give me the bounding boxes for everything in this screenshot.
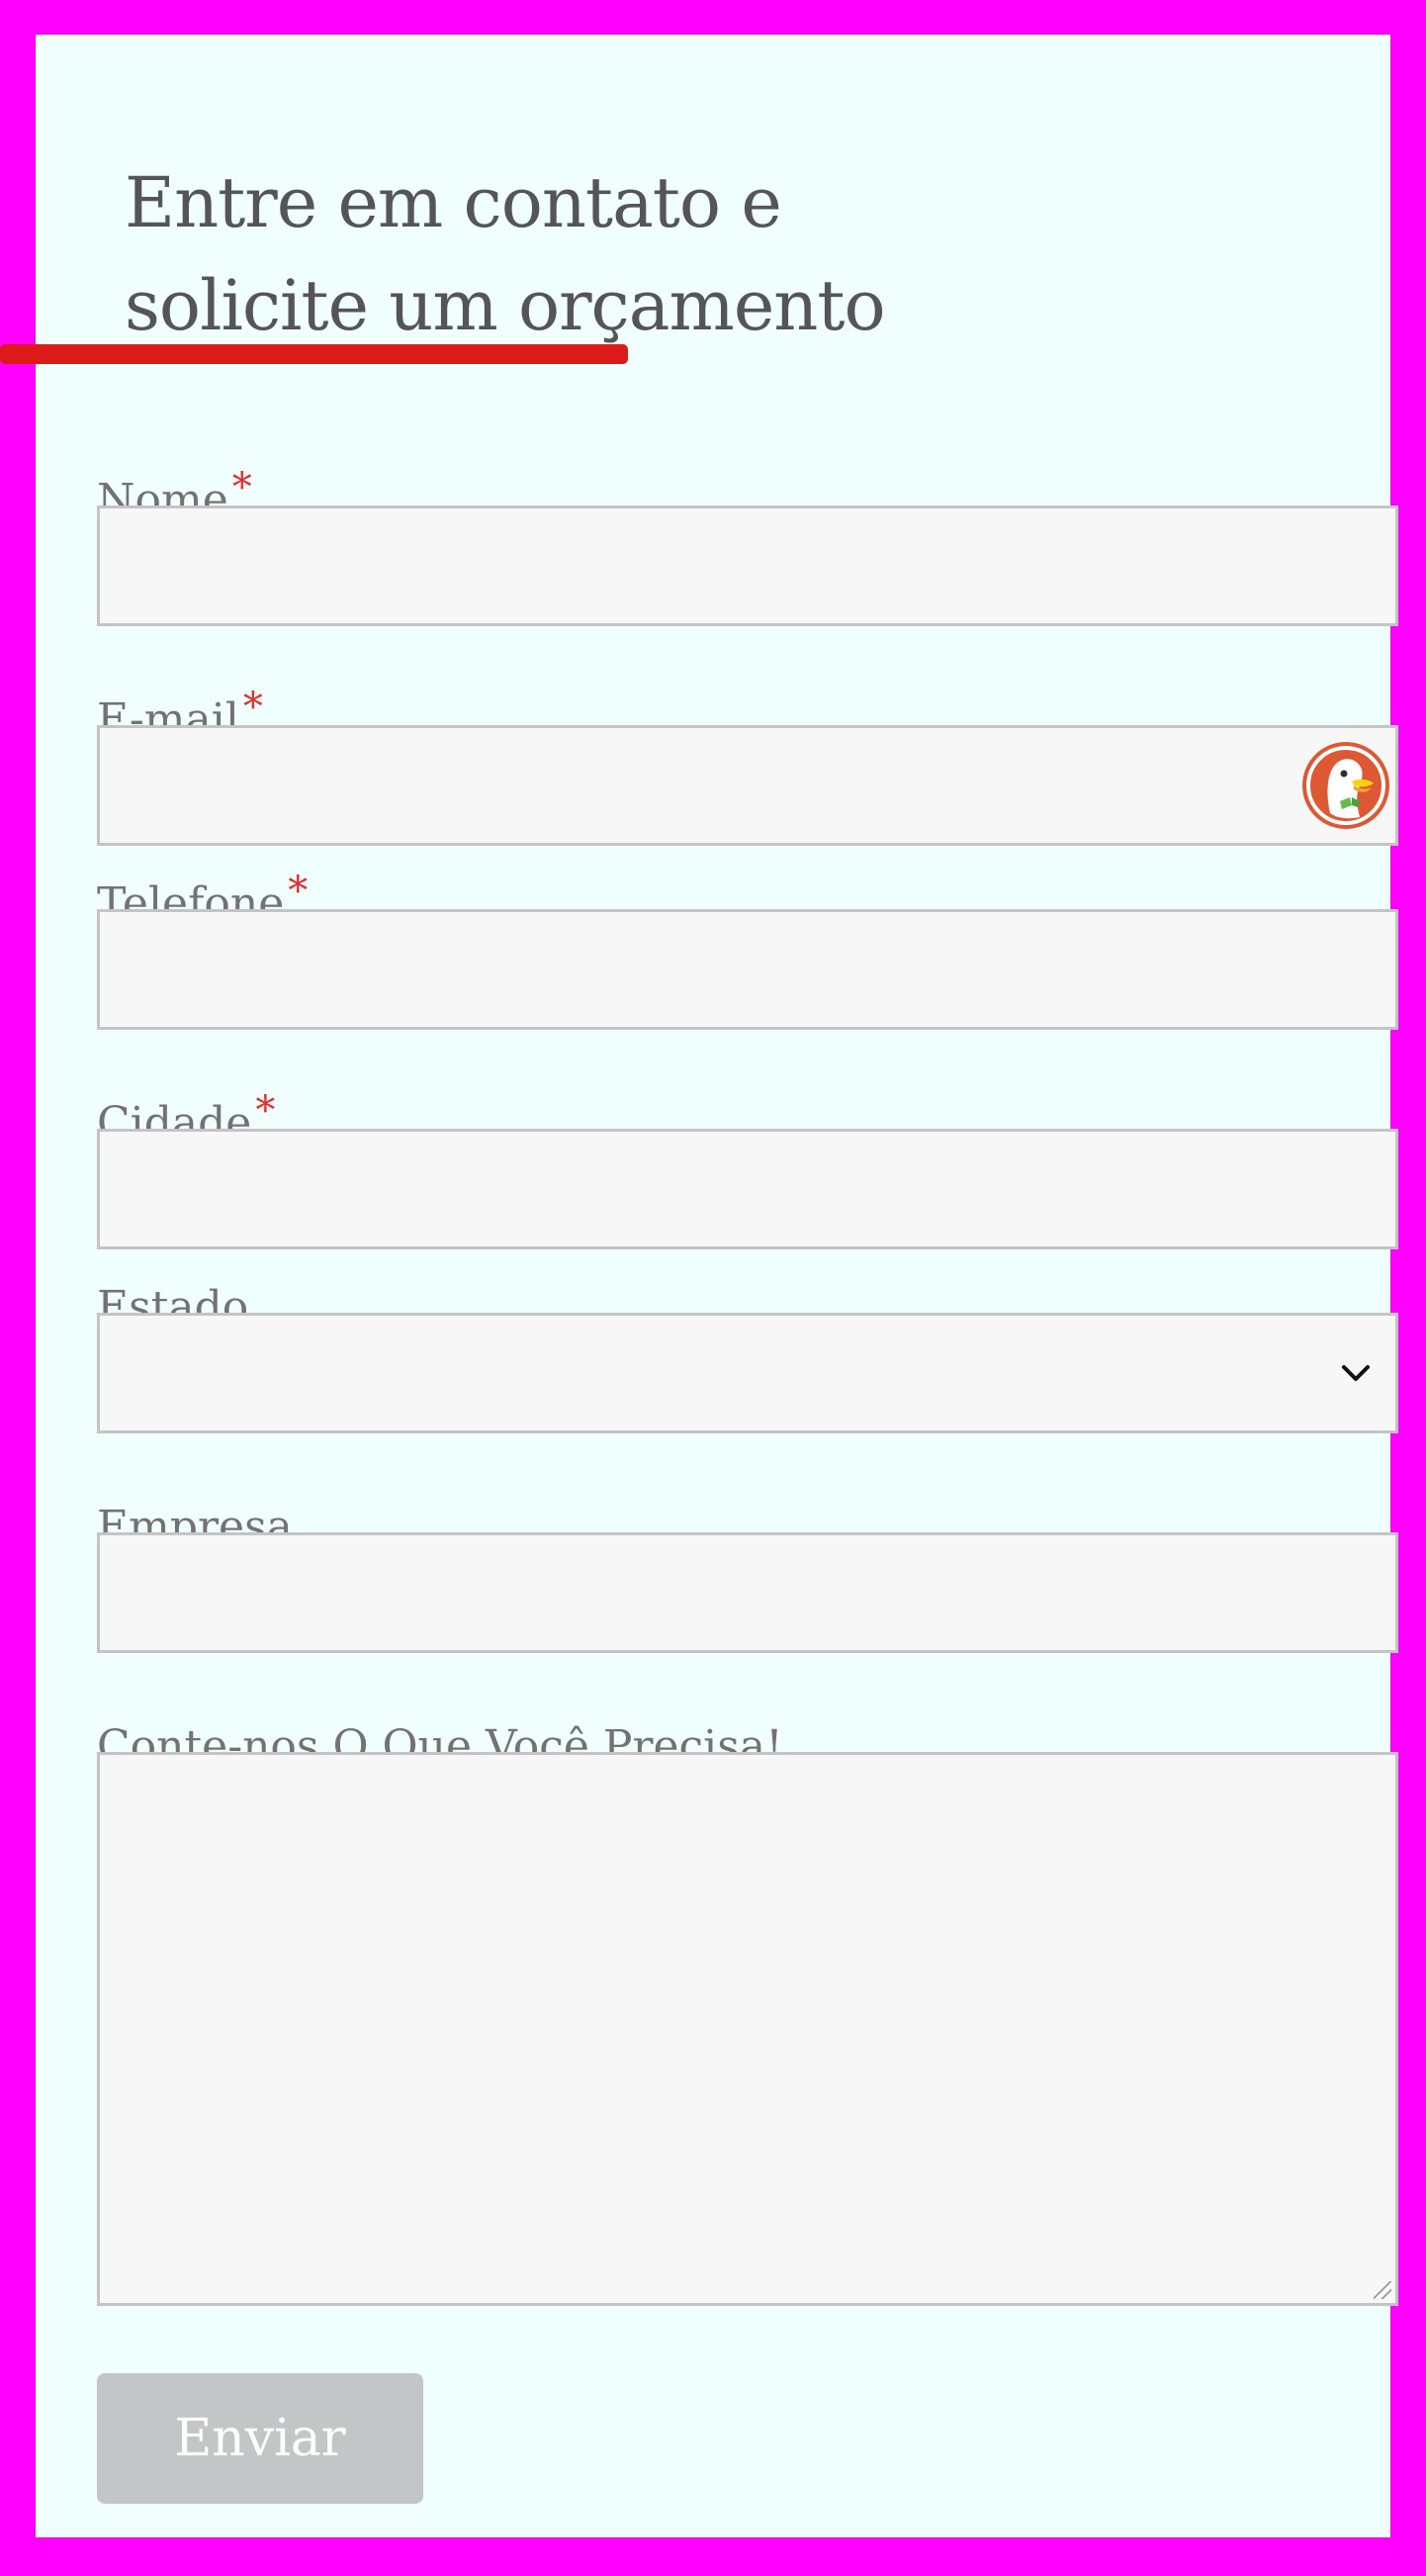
page-title: Entre em contato e solicite um orçamento: [125, 151, 886, 357]
title-line-2: solicite um orçamento: [125, 265, 886, 346]
contact-panel: Entre em contato e solicite um orçamento…: [36, 35, 1398, 2537]
email-field[interactable]: [97, 725, 1398, 846]
required-marker: *: [231, 465, 252, 510]
telefone-field[interactable]: [97, 909, 1398, 1030]
required-marker: *: [288, 869, 309, 914]
title-accent-underline: [0, 344, 628, 364]
estado-select[interactable]: [97, 1313, 1398, 1433]
duckduckgo-icon[interactable]: [1300, 740, 1391, 831]
mensagem-textarea[interactable]: [97, 1752, 1398, 2306]
chevron-down-icon: [1342, 1365, 1370, 1381]
required-marker: *: [255, 1088, 276, 1134]
nome-field[interactable]: [97, 506, 1398, 626]
resize-handle-icon[interactable]: [1374, 2281, 1391, 2299]
submit-button[interactable]: Enviar: [97, 2373, 423, 2504]
title-line-1: Entre em contato e: [125, 162, 782, 243]
cidade-field[interactable]: [97, 1129, 1398, 1249]
required-marker: *: [242, 685, 263, 730]
empresa-field[interactable]: [97, 1532, 1398, 1653]
